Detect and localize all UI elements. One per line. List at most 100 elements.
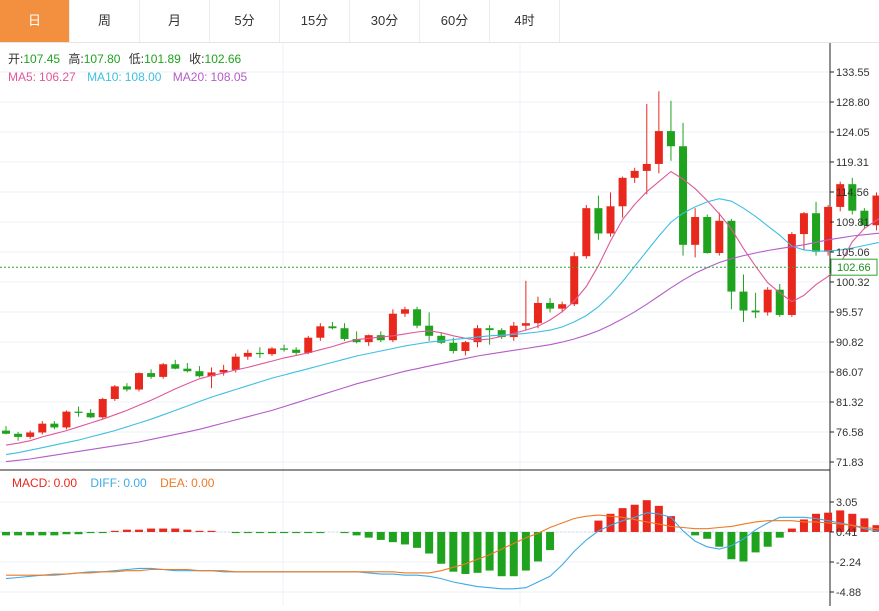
candlesticks bbox=[2, 91, 879, 441]
price-tick-label-1: 128.80 bbox=[836, 97, 870, 109]
macd-label: MACD: bbox=[12, 476, 51, 490]
high-label: 高: bbox=[68, 51, 83, 66]
tab-4[interactable]: 15分 bbox=[280, 0, 350, 42]
candle-body-54 bbox=[654, 131, 663, 164]
candle-body-15 bbox=[183, 368, 192, 372]
ma10-value: 108.00 bbox=[125, 70, 162, 84]
tab-1[interactable]: 周 bbox=[70, 0, 140, 42]
macd-bar-59 bbox=[715, 531, 724, 547]
candle-body-1 bbox=[14, 433, 23, 437]
ma5-label: MA5: bbox=[8, 70, 36, 84]
macd-bar-15 bbox=[183, 529, 192, 532]
macd-bar-34 bbox=[413, 531, 422, 548]
macd-bar-23 bbox=[280, 531, 289, 534]
macd-bar-1 bbox=[14, 531, 23, 536]
macd-bar-9 bbox=[110, 530, 119, 532]
candle-body-34 bbox=[413, 309, 422, 326]
candle-body-60 bbox=[727, 220, 736, 292]
candle-body-22 bbox=[267, 348, 276, 355]
macd-tick-label-2: -2.24 bbox=[836, 557, 861, 569]
dea-label: DEA: bbox=[160, 476, 188, 490]
candle-body-44 bbox=[533, 302, 542, 324]
tab-7[interactable]: 4时 bbox=[490, 0, 560, 42]
macd-bar-40 bbox=[485, 531, 494, 571]
candle-body-50 bbox=[606, 206, 615, 234]
indicator-lines bbox=[5, 170, 879, 463]
candle-body-52 bbox=[630, 170, 639, 178]
candle-body-24 bbox=[292, 349, 301, 353]
macd-bar-20 bbox=[243, 531, 252, 534]
candle-body-40 bbox=[485, 328, 494, 331]
macd-bar-38 bbox=[461, 531, 470, 574]
candle-body-26 bbox=[316, 326, 325, 338]
open-label: 开: bbox=[8, 52, 23, 66]
macd-bar-57 bbox=[691, 531, 700, 536]
dea-value: 0.00 bbox=[191, 476, 215, 490]
tab-0[interactable]: 日 bbox=[0, 0, 70, 42]
candle-body-45 bbox=[546, 302, 555, 309]
macd-bar-44 bbox=[533, 531, 542, 562]
ma-line-ma10 bbox=[5, 198, 879, 456]
macd-bar-28 bbox=[340, 531, 349, 534]
last-price-label: 102.66 bbox=[837, 262, 871, 274]
macd-bar-6 bbox=[74, 531, 83, 535]
candle-body-67 bbox=[812, 213, 821, 252]
diff-label: DIFF: bbox=[90, 476, 120, 490]
ma-line-ma5 bbox=[5, 170, 879, 446]
macd-bar-41 bbox=[497, 531, 506, 577]
macd-tick-label-1: 0.41 bbox=[836, 527, 857, 539]
candle-body-25 bbox=[304, 337, 313, 353]
macd-bar-53 bbox=[642, 500, 651, 532]
macd-bar-30 bbox=[364, 531, 373, 538]
macd-bar-14 bbox=[171, 528, 180, 532]
price-tick-label-10: 86.07 bbox=[836, 367, 864, 379]
macd-bar-35 bbox=[425, 531, 434, 554]
candle-body-3 bbox=[38, 423, 47, 433]
price-tick-label-3: 119.31 bbox=[836, 157, 869, 169]
candle-body-9 bbox=[110, 386, 119, 400]
macd-bar-65 bbox=[787, 528, 796, 532]
chart-area[interactable]: 开:107.45 高:107.80 低:101.89 收:102.66 MA5:… bbox=[0, 43, 879, 606]
tab-6[interactable]: 60分 bbox=[420, 0, 490, 42]
price-tick-label-13: 71.83 bbox=[836, 457, 864, 469]
macd-bar-29 bbox=[352, 531, 361, 536]
high-value: 107.80 bbox=[84, 52, 121, 66]
candle-body-42 bbox=[509, 325, 518, 338]
macd-axis: 3.05 0.41 -2.24 -4.88 bbox=[830, 497, 861, 599]
price-tick-label-0: 133.55 bbox=[836, 67, 870, 79]
macd-bar-49 bbox=[594, 520, 603, 532]
macd-bar-4 bbox=[50, 531, 59, 536]
candle-body-64 bbox=[775, 289, 784, 315]
diff-value: 0.00 bbox=[123, 476, 147, 490]
candle-body-13 bbox=[159, 364, 168, 377]
price-tick-label-12: 76.58 bbox=[836, 427, 864, 439]
candle-body-27 bbox=[328, 326, 337, 329]
candle-body-59 bbox=[715, 220, 724, 254]
macd-bar-3 bbox=[38, 531, 47, 536]
macd-bar-31 bbox=[376, 531, 385, 540]
macd-bar-71 bbox=[860, 518, 869, 532]
low-label: 低: bbox=[129, 52, 144, 66]
macd-bar-54 bbox=[654, 505, 663, 532]
tab-3[interactable]: 5分 bbox=[210, 0, 280, 42]
tab-2[interactable]: 月 bbox=[140, 0, 210, 42]
price-tick-label-4: 114.56 bbox=[836, 187, 869, 199]
price-tick-label-2: 124.05 bbox=[836, 127, 870, 139]
macd-bar-64 bbox=[775, 531, 784, 538]
candle-body-28 bbox=[340, 328, 349, 339]
ma10-label: MA10: bbox=[87, 70, 122, 84]
price-tick-label-8: 95.57 bbox=[836, 307, 864, 319]
macd-bar-32 bbox=[388, 531, 397, 543]
price-tick-label-7: 100.32 bbox=[836, 277, 870, 289]
candle-body-33 bbox=[400, 309, 409, 314]
candle-body-53 bbox=[642, 163, 651, 171]
candle-body-62 bbox=[751, 310, 760, 313]
macd-bar-13 bbox=[159, 528, 168, 532]
macd-bar-62 bbox=[751, 531, 760, 553]
kline-chart-svg[interactable]: 开:107.45 高:107.80 低:101.89 收:102.66 MA5:… bbox=[0, 43, 879, 606]
macd-bar-17 bbox=[207, 530, 216, 532]
candle-body-10 bbox=[122, 386, 131, 390]
candle-body-8 bbox=[98, 399, 107, 418]
tab-5[interactable]: 30分 bbox=[350, 0, 420, 42]
candle-body-38 bbox=[461, 342, 470, 351]
